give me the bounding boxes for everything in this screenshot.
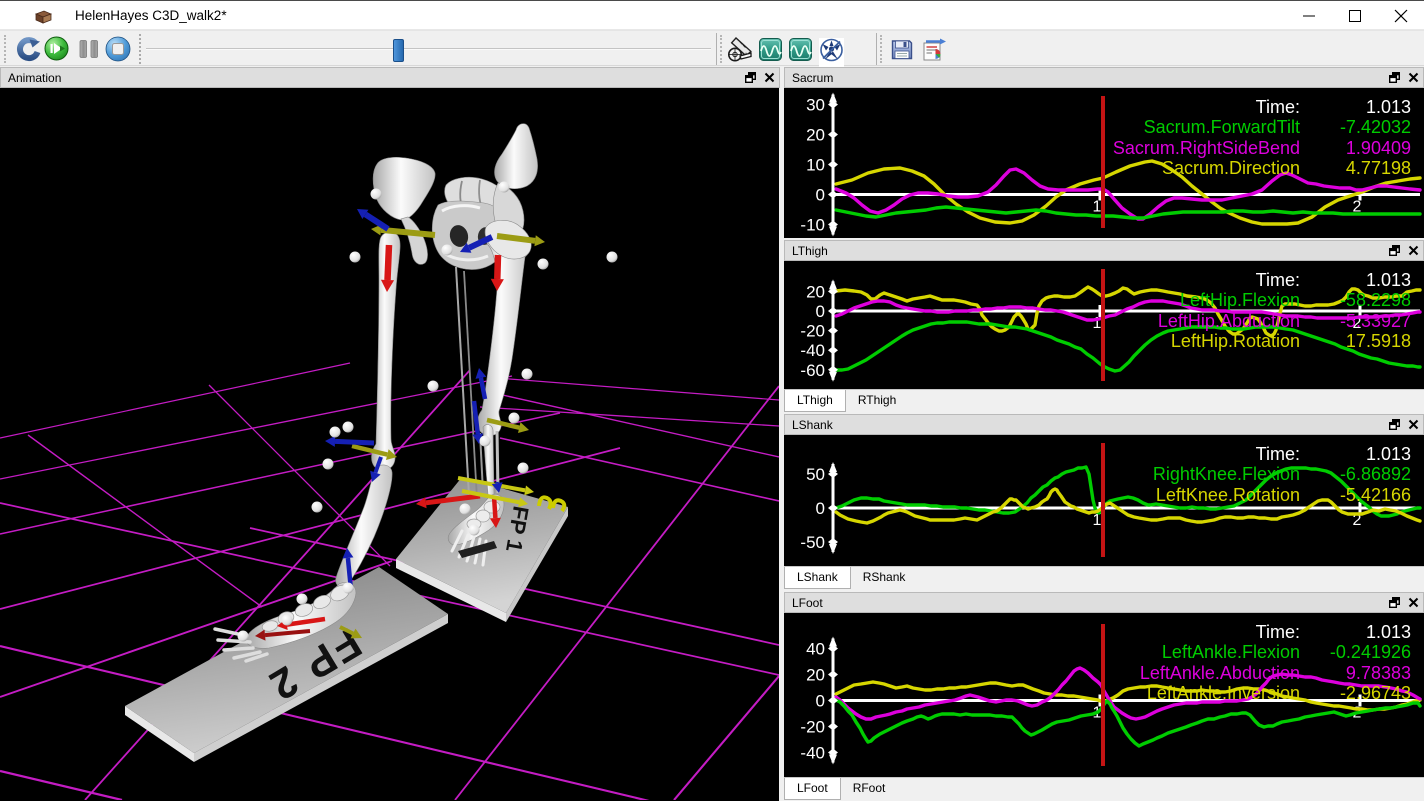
svg-text:0: 0 [816,692,825,711]
svg-text:1.013: 1.013 [1366,444,1411,464]
svg-text:-50: -50 [800,533,825,552]
svg-text:1.013: 1.013 [1366,97,1411,117]
svg-text:-0.241926: -0.241926 [1330,642,1411,662]
svg-text:1: 1 [1093,199,1102,216]
svg-text:Time:: Time: [1256,622,1300,642]
svg-text:0: 0 [816,186,825,205]
svg-text:LeftHip.Flexion: LeftHip.Flexion [1180,290,1300,310]
svg-text:40: 40 [806,640,825,659]
svg-text:-20: -20 [800,322,825,341]
svg-text:LeftAnkle.Abduction: LeftAnkle.Abduction [1140,663,1300,683]
svg-text:50: 50 [806,465,825,484]
svg-text:-40: -40 [800,341,825,360]
svg-text:LeftHip.Abduction: LeftHip.Abduction [1158,311,1300,331]
svg-text:1.013: 1.013 [1366,622,1411,642]
svg-text:LeftAnkle.Inversion: LeftAnkle.Inversion [1147,683,1300,703]
svg-text:Sacrum.ForwardTilt: Sacrum.ForwardTilt [1144,117,1300,137]
svg-text:-5.33927: -5.33927 [1340,311,1411,331]
svg-text:RightKnee.Flexion: RightKnee.Flexion [1153,464,1300,484]
svg-text:Time:: Time: [1256,97,1300,117]
svg-text:LeftKnee.Rotation: LeftKnee.Rotation [1156,485,1300,505]
svg-text:-7.42032: -7.42032 [1340,117,1411,137]
svg-text:LeftHip.Rotation: LeftHip.Rotation [1171,331,1300,351]
svg-text:Sacrum.Direction: Sacrum.Direction [1162,158,1300,178]
svg-text:17.5918: 17.5918 [1346,331,1411,351]
svg-text:Sacrum.RightSideBend: Sacrum.RightSideBend [1113,138,1300,158]
svg-text:LeftAnkle.Flexion: LeftAnkle.Flexion [1162,642,1300,662]
svg-text:-58.2298: -58.2298 [1340,290,1411,310]
svg-text:20: 20 [806,126,825,145]
svg-text:-20: -20 [800,718,825,737]
svg-text:-6.86892: -6.86892 [1340,464,1411,484]
svg-text:1: 1 [1093,512,1102,529]
svg-text:1.013: 1.013 [1366,270,1411,290]
svg-text:1.90409: 1.90409 [1346,138,1411,158]
svg-text:20: 20 [806,282,825,301]
svg-text:9.78383: 9.78383 [1346,663,1411,683]
svg-text:Time:: Time: [1256,444,1300,464]
svg-text:10: 10 [806,156,825,175]
svg-text:-2.96743: -2.96743 [1340,683,1411,703]
svg-text:20: 20 [806,666,825,685]
svg-text:Time:: Time: [1256,270,1300,290]
svg-text:-5.42166: -5.42166 [1340,485,1411,505]
svg-text:30: 30 [806,96,825,115]
svg-text:-60: -60 [800,361,825,380]
svg-text:-10: -10 [800,216,825,235]
svg-text:-40: -40 [800,744,825,763]
svg-text:0: 0 [816,302,825,321]
svg-text:4.77198: 4.77198 [1346,158,1411,178]
svg-text:0: 0 [816,499,825,518]
